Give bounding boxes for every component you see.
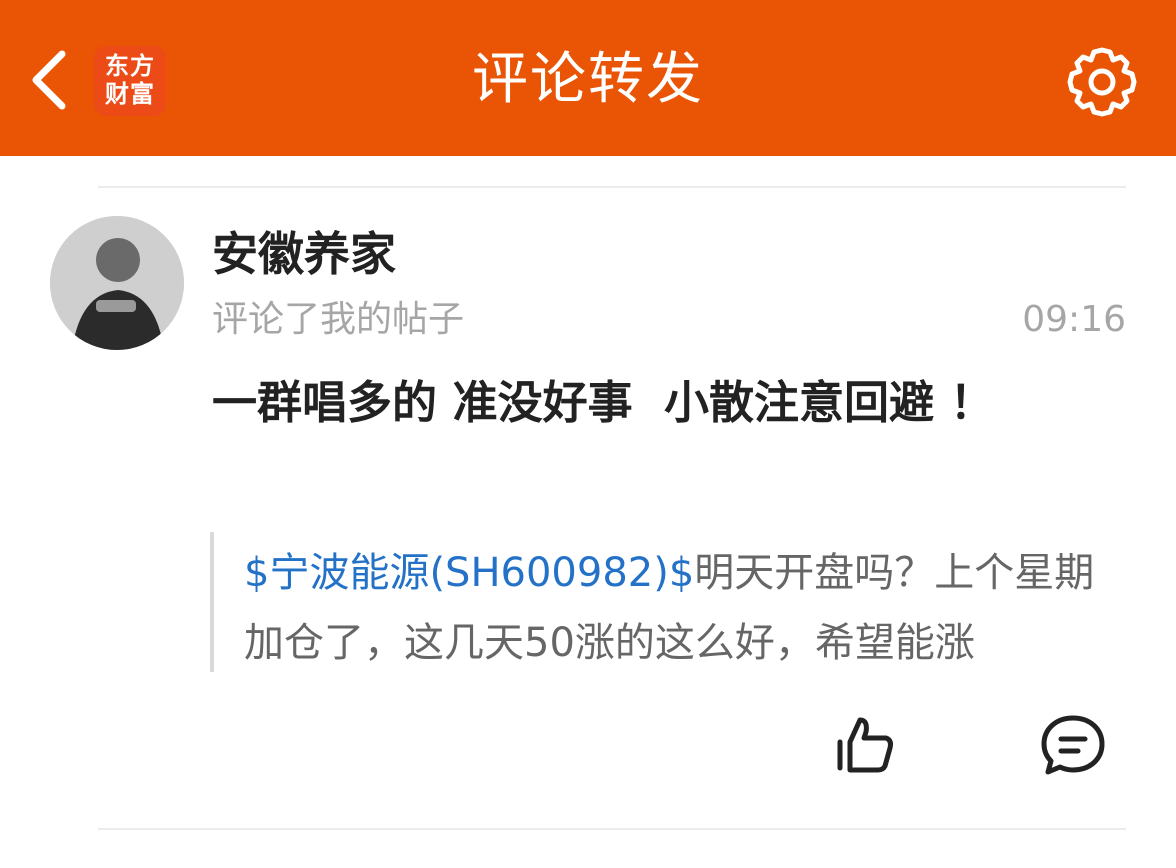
gear-icon — [1067, 47, 1137, 117]
logo-text-line1: 东方 — [105, 52, 155, 80]
divider — [98, 828, 1126, 830]
back-button[interactable] — [18, 40, 88, 120]
logo-text-line2: 财富 — [105, 80, 155, 108]
timestamp: 09:16 — [1022, 299, 1126, 340]
top-bar: 东方 财富 评论转发 — [0, 0, 1176, 156]
reply-button[interactable] — [1038, 710, 1108, 780]
quoted-post[interactable]: $宁波能源(SH600982)$明天开盘吗？上个星期加仓了，这几天50涨的这么好… — [210, 532, 1130, 672]
stock-tag-link[interactable]: $宁波能源(SH600982)$ — [244, 550, 694, 596]
thumbs-up-icon — [837, 717, 893, 773]
comment-icon — [1041, 715, 1105, 775]
quoted-post-text: $宁波能源(SH600982)$明天开盘吗？上个星期加仓了，这几天50涨的这么好… — [244, 538, 1124, 678]
page-title: 评论转发 — [472, 47, 704, 112]
divider — [98, 186, 1126, 188]
comment-text[interactable]: 一群唱多的 准没好事 小散注意回避 ！ — [212, 372, 1032, 434]
username[interactable]: 安徽养家 — [212, 222, 396, 286]
like-button[interactable] — [830, 710, 900, 780]
chevron-left-icon — [32, 50, 66, 110]
settings-button[interactable] — [1058, 40, 1146, 124]
app-logo: 东方 财富 — [94, 46, 166, 116]
action-text: 评论了我的帖子 — [212, 299, 465, 340]
avatar-image — [50, 216, 184, 350]
avatar[interactable] — [50, 216, 184, 350]
